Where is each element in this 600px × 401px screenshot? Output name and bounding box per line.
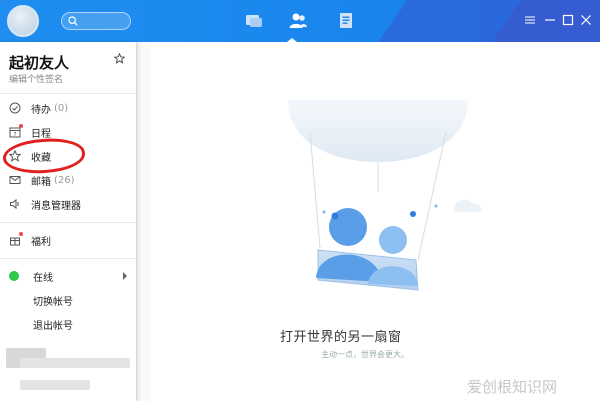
status-online[interactable]: 在线: [9, 268, 53, 284]
user-name[interactable]: 起初友人: [9, 52, 69, 73]
search-icon: [68, 16, 78, 26]
divider: [0, 222, 136, 223]
contact-list-edge: [136, 42, 151, 401]
blurred-contact-text: [20, 358, 130, 368]
check-circle-icon: [9, 102, 21, 114]
speaker-icon: [10, 198, 19, 210]
mail-icon: [9, 176, 21, 184]
avatar[interactable]: [7, 5, 39, 37]
divider: [0, 93, 136, 94]
chat-icon[interactable]: [244, 11, 264, 31]
mail-count: (26): [54, 174, 75, 186]
signature-field[interactable]: 编辑个性签名: [9, 72, 63, 85]
menu-item-label: 待办: [31, 104, 51, 116]
menu-item-mailbox[interactable]: 邮箱 (26): [9, 172, 75, 188]
search-box[interactable]: [61, 12, 131, 30]
online-status-dot: [9, 271, 19, 281]
switch-account-button[interactable]: 切换帐号: [33, 292, 73, 308]
title-bar: [0, 0, 600, 42]
empty-state-subtitle: 主动一点，世界会更大。: [321, 350, 409, 359]
contacts-icon[interactable]: [288, 11, 308, 31]
svg-text:7: 7: [13, 132, 16, 138]
menu-item-message-manager[interactable]: 消息管理器: [9, 196, 81, 212]
empty-state-title: 打开世界的另一扇窗: [280, 330, 402, 345]
maximize-icon[interactable]: [562, 14, 574, 26]
documents-icon[interactable]: [336, 11, 356, 31]
minimize-icon[interactable]: [544, 14, 556, 26]
menu-item-schedule[interactable]: 7 日程: [9, 124, 51, 140]
divider: [0, 258, 136, 259]
notification-dot: [19, 124, 23, 128]
hot-air-balloon-illustration: [288, 100, 482, 291]
gift-icon-wrap: [9, 232, 23, 246]
menu-item-label: 福利: [31, 236, 51, 248]
close-icon[interactable]: [580, 14, 592, 26]
menu-icon[interactable]: [524, 14, 536, 26]
menu-item-todo[interactable]: 待办 (0): [9, 100, 68, 116]
menu-item-label: 日程: [31, 128, 51, 140]
logout-label: 退出帐号: [33, 320, 73, 332]
blurred-contact-text: [20, 380, 90, 390]
switch-account-label: 切换帐号: [33, 296, 73, 308]
watermark: 爱创根知识网: [467, 378, 558, 396]
logout-button[interactable]: 退出帐号: [33, 316, 73, 332]
favorite-star-icon[interactable]: [114, 53, 125, 64]
active-tab-indicator: [287, 38, 297, 42]
chevron-right-icon: [123, 272, 127, 280]
menu-item-label: 消息管理器: [31, 200, 81, 212]
calendar-icon-wrap: 7: [9, 124, 23, 138]
status-label: 在线: [33, 272, 53, 284]
menu-item-benefits[interactable]: 福利: [9, 232, 51, 248]
notification-dot: [19, 232, 23, 236]
todo-count: (0): [54, 102, 69, 114]
menu-item-label: 邮箱: [31, 176, 51, 188]
